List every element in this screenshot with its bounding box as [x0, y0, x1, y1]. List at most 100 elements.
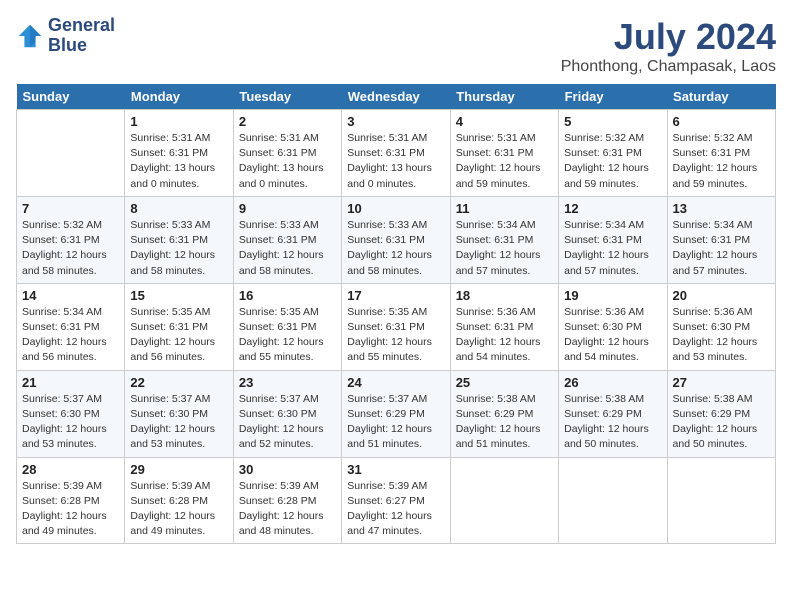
day-number: 12: [564, 201, 661, 216]
weekday-header: Saturday: [667, 84, 775, 110]
day-number: 26: [564, 375, 661, 390]
page-header: General Blue July 2024 Phonthong, Champa…: [16, 16, 776, 76]
day-number: 2: [239, 114, 336, 129]
month-year: July 2024: [561, 16, 776, 58]
calendar-cell: 28Sunrise: 5:39 AMSunset: 6:28 PMDayligh…: [17, 457, 125, 544]
calendar-cell: 25 Sunrise: 5:38 AMSunset: 6:29 PMDayligh…: [450, 370, 558, 457]
day-info: Sunrise: 5:34 AMSunset: 6:31 PMDaylight:…: [456, 218, 553, 279]
calendar-cell: 30Sunrise: 5:39 AMSunset: 6:28 PMDayligh…: [233, 457, 341, 544]
day-info: Sunrise: 5:31 AMSunset: 6:31 PMDaylight:…: [239, 131, 336, 192]
calendar-cell: [450, 457, 558, 544]
calendar-cell: 2 Sunrise: 5:31 AMSunset: 6:31 PMDaylight…: [233, 110, 341, 197]
day-info: Sunrise: 5:37 AMSunset: 6:30 PMDaylight:…: [130, 392, 227, 453]
weekday-header-row: SundayMondayTuesdayWednesdayThursdayFrid…: [17, 84, 776, 110]
calendar-cell: 20Sunrise: 5:36 AMSunset: 6:30 PMDayligh…: [667, 283, 775, 370]
day-number: 19: [564, 288, 661, 303]
calendar-cell: 14 Sunrise: 5:34 AMSunset: 6:31 PMDayligh…: [17, 283, 125, 370]
title-block: July 2024 Phonthong, Champasak, Laos: [561, 16, 776, 76]
day-info: Sunrise: 5:39 AMSunset: 6:28 PMDaylight:…: [239, 479, 336, 540]
logo-text: General Blue: [48, 16, 115, 56]
calendar-cell: 29 Sunrise: 5:39 AMSunset: 6:28 PMDayligh…: [125, 457, 233, 544]
day-info: Sunrise: 5:31 AMSunset: 6:31 PMDaylight:…: [456, 131, 553, 192]
day-info: Sunrise: 5:34 AMSunset: 6:31 PMDaylight:…: [673, 218, 770, 279]
calendar-cell: 26Sunrise: 5:38 AMSunset: 6:29 PMDayligh…: [559, 370, 667, 457]
day-info: Sunrise: 5:37 AMSunset: 6:30 PMDaylight:…: [239, 392, 336, 453]
weekday-header: Wednesday: [342, 84, 450, 110]
day-info: Sunrise: 5:32 AMSunset: 6:31 PMDaylight:…: [22, 218, 119, 279]
calendar-cell: 21 Sunrise: 5:37 AMSunset: 6:30 PMDayligh…: [17, 370, 125, 457]
day-number: 6: [673, 114, 770, 129]
weekday-header: Thursday: [450, 84, 558, 110]
calendar-cell: 12Sunrise: 5:34 AMSunset: 6:31 PMDayligh…: [559, 196, 667, 283]
calendar-cell: 11Sunrise: 5:34 AMSunset: 6:31 PMDayligh…: [450, 196, 558, 283]
day-info: Sunrise: 5:39 AMSunset: 6:28 PMDaylight:…: [130, 479, 227, 540]
weekday-header: Tuesday: [233, 84, 341, 110]
calendar-cell: 9Sunrise: 5:33 AMSunset: 6:31 PMDaylight…: [233, 196, 341, 283]
day-number: 8: [130, 201, 227, 216]
calendar-cell: 13Sunrise: 5:34 AMSunset: 6:31 PMDayligh…: [667, 196, 775, 283]
calendar-cell: 10 Sunrise: 5:33 AMSunset: 6:31 PMDayligh…: [342, 196, 450, 283]
calendar-week-row: 7 Sunrise: 5:32 AMSunset: 6:31 PMDaylight…: [17, 196, 776, 283]
day-number: 31: [347, 462, 444, 477]
calendar-week-row: 14 Sunrise: 5:34 AMSunset: 6:31 PMDayligh…: [17, 283, 776, 370]
day-info: Sunrise: 5:39 AMSunset: 6:28 PMDaylight:…: [22, 479, 119, 540]
day-number: 5: [564, 114, 661, 129]
day-number: 23: [239, 375, 336, 390]
calendar-cell: 24Sunrise: 5:37 AMSunset: 6:29 PMDayligh…: [342, 370, 450, 457]
day-number: 15: [130, 288, 227, 303]
logo-icon: [16, 22, 44, 50]
day-info: Sunrise: 5:37 AMSunset: 6:29 PMDaylight:…: [347, 392, 444, 453]
calendar-cell: 3 Sunrise: 5:31 AMSunset: 6:31 PMDaylight…: [342, 110, 450, 197]
day-number: 7: [22, 201, 119, 216]
calendar-week-row: 21 Sunrise: 5:37 AMSunset: 6:30 PMDayligh…: [17, 370, 776, 457]
day-number: 27: [673, 375, 770, 390]
calendar-cell: 7 Sunrise: 5:32 AMSunset: 6:31 PMDaylight…: [17, 196, 125, 283]
day-info: Sunrise: 5:32 AMSunset: 6:31 PMDaylight:…: [673, 131, 770, 192]
weekday-header: Monday: [125, 84, 233, 110]
calendar-cell: 8Sunrise: 5:33 AMSunset: 6:31 PMDaylight…: [125, 196, 233, 283]
location: Phonthong, Champasak, Laos: [561, 58, 776, 76]
logo: General Blue: [16, 16, 115, 56]
calendar-cell: 16Sunrise: 5:35 AMSunset: 6:31 PMDayligh…: [233, 283, 341, 370]
calendar-cell: 17Sunrise: 5:35 AMSunset: 6:31 PMDayligh…: [342, 283, 450, 370]
day-info: Sunrise: 5:38 AMSunset: 6:29 PMDaylight:…: [673, 392, 770, 453]
day-info: Sunrise: 5:35 AMSunset: 6:31 PMDaylight:…: [347, 305, 444, 366]
calendar-week-row: 1 Sunrise: 5:31 AMSunset: 6:31 PMDaylight…: [17, 110, 776, 197]
day-number: 4: [456, 114, 553, 129]
calendar-cell: 15 Sunrise: 5:35 AMSunset: 6:31 PMDayligh…: [125, 283, 233, 370]
calendar-cell: 27 Sunrise: 5:38 AMSunset: 6:29 PMDayligh…: [667, 370, 775, 457]
calendar-cell: 31 Sunrise: 5:39 AMSunset: 6:27 PMDayligh…: [342, 457, 450, 544]
calendar-cell: 1 Sunrise: 5:31 AMSunset: 6:31 PMDaylight…: [125, 110, 233, 197]
day-info: Sunrise: 5:36 AMSunset: 6:30 PMDaylight:…: [564, 305, 661, 366]
day-info: Sunrise: 5:34 AMSunset: 6:31 PMDaylight:…: [22, 305, 119, 366]
day-info: Sunrise: 5:31 AMSunset: 6:31 PMDaylight:…: [347, 131, 444, 192]
day-number: 16: [239, 288, 336, 303]
day-number: 1: [130, 114, 227, 129]
weekday-header: Friday: [559, 84, 667, 110]
calendar-cell: [667, 457, 775, 544]
day-info: Sunrise: 5:31 AMSunset: 6:31 PMDaylight:…: [130, 131, 227, 192]
day-info: Sunrise: 5:37 AMSunset: 6:30 PMDaylight:…: [22, 392, 119, 453]
day-number: 18: [456, 288, 553, 303]
calendar-cell: 18 Sunrise: 5:36 AMSunset: 6:31 PMDayligh…: [450, 283, 558, 370]
calendar-cell: 23 Sunrise: 5:37 AMSunset: 6:30 PMDayligh…: [233, 370, 341, 457]
day-number: 10: [347, 201, 444, 216]
day-number: 3: [347, 114, 444, 129]
day-info: Sunrise: 5:33 AMSunset: 6:31 PMDaylight:…: [239, 218, 336, 279]
day-info: Sunrise: 5:39 AMSunset: 6:27 PMDaylight:…: [347, 479, 444, 540]
day-number: 14: [22, 288, 119, 303]
calendar-cell: [17, 110, 125, 197]
calendar-week-row: 28Sunrise: 5:39 AMSunset: 6:28 PMDayligh…: [17, 457, 776, 544]
day-info: Sunrise: 5:35 AMSunset: 6:31 PMDaylight:…: [130, 305, 227, 366]
calendar-cell: 5 Sunrise: 5:32 AMSunset: 6:31 PMDaylight…: [559, 110, 667, 197]
day-number: 25: [456, 375, 553, 390]
calendar-cell: 19 Sunrise: 5:36 AMSunset: 6:30 PMDayligh…: [559, 283, 667, 370]
day-number: 20: [673, 288, 770, 303]
day-number: 29: [130, 462, 227, 477]
day-number: 21: [22, 375, 119, 390]
day-info: Sunrise: 5:38 AMSunset: 6:29 PMDaylight:…: [456, 392, 553, 453]
calendar-cell: 6 Sunrise: 5:32 AMSunset: 6:31 PMDaylight…: [667, 110, 775, 197]
day-info: Sunrise: 5:33 AMSunset: 6:31 PMDaylight:…: [347, 218, 444, 279]
day-info: Sunrise: 5:36 AMSunset: 6:31 PMDaylight:…: [456, 305, 553, 366]
day-info: Sunrise: 5:32 AMSunset: 6:31 PMDaylight:…: [564, 131, 661, 192]
